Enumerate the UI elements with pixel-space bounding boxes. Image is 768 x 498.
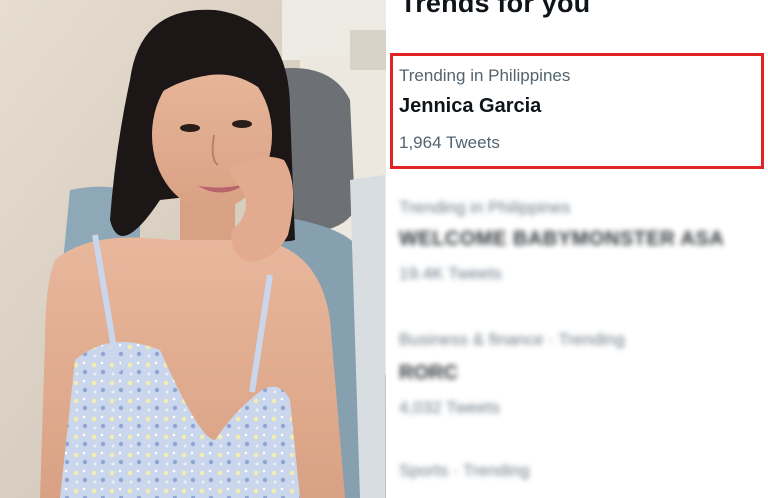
panel-title: Trends for you (400, 0, 591, 18)
trends-panel: Trends for you Trending in Philippines J… (390, 0, 768, 498)
trend-item[interactable]: Trending in Philippines Jennica Garcia 1… (390, 53, 768, 171)
trend-name: WELCOME BABYMONSTER ASA (399, 228, 725, 250)
trend-name: RORC (399, 362, 458, 384)
trend-item[interactable]: Business & finance · Trending RORC 4,032… (390, 322, 768, 432)
trend-tweet-count: 4,032 Tweets (399, 398, 500, 417)
trend-item[interactable]: Sports · Trending (390, 455, 768, 498)
trend-context: Trending in Philippines (399, 198, 571, 217)
trend-name: Jennica Garcia (399, 95, 542, 117)
trend-tweet-count: 1,964 Tweets (399, 133, 500, 152)
profile-photo (0, 0, 386, 498)
trend-context: Sports · Trending (399, 461, 530, 480)
trend-tweet-count: 19.4K Tweets (399, 264, 502, 283)
trend-context: Business & finance · Trending (399, 330, 625, 349)
trend-item[interactable]: Trending in Philippines WELCOME BABYMONS… (390, 190, 768, 300)
trend-context: Trending in Philippines (399, 66, 571, 85)
